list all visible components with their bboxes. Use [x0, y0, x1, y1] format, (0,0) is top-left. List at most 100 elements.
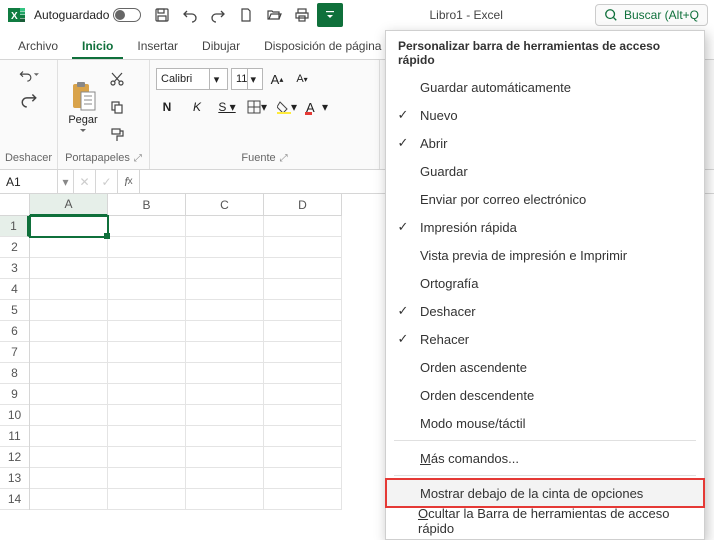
format-painter-button[interactable] [106, 124, 128, 146]
column-header[interactable]: D [264, 194, 342, 216]
cell[interactable] [186, 426, 264, 447]
cell[interactable] [30, 216, 108, 237]
cell[interactable] [264, 237, 342, 258]
menu-item[interactable]: Guardar [386, 157, 704, 185]
cell[interactable] [186, 342, 264, 363]
cell[interactable] [264, 279, 342, 300]
cell[interactable] [30, 342, 108, 363]
menu-item[interactable]: Guardar automáticamente [386, 73, 704, 101]
cell[interactable] [30, 489, 108, 510]
menu-more-commands[interactable]: Más comandos... [386, 444, 704, 472]
row-header[interactable]: 8 [0, 363, 29, 384]
row-header[interactable]: 9 [0, 384, 29, 405]
cell[interactable] [30, 384, 108, 405]
cell[interactable] [108, 426, 186, 447]
cell[interactable] [108, 342, 186, 363]
redo-button[interactable] [205, 3, 231, 27]
font-color-button[interactable]: A▾ [306, 96, 328, 118]
cell[interactable] [264, 489, 342, 510]
row-header[interactable]: 11 [0, 426, 29, 447]
undo-button-ribbon[interactable] [18, 64, 40, 86]
menu-item[interactable]: ✓Impresión rápida [386, 213, 704, 241]
menu-item[interactable]: Orden ascendente [386, 353, 704, 381]
cell[interactable] [264, 363, 342, 384]
search-box[interactable]: Buscar (Alt+Q [595, 4, 708, 26]
new-button[interactable] [233, 3, 259, 27]
cell[interactable] [30, 468, 108, 489]
shrink-font-button[interactable]: A▾ [291, 68, 313, 90]
cell[interactable] [264, 216, 342, 237]
font-name-combo[interactable]: Calibri▾ [156, 68, 228, 90]
insert-function-button[interactable]: fx [118, 170, 140, 193]
row-header[interactable]: 7 [0, 342, 29, 363]
cell[interactable] [264, 342, 342, 363]
row-header[interactable]: 14 [0, 489, 29, 510]
row-header[interactable]: 13 [0, 468, 29, 489]
dialog-launcher-icon[interactable]: ⤢ [134, 153, 142, 164]
cell[interactable] [186, 384, 264, 405]
underline-button[interactable]: S ▾ [216, 96, 238, 118]
menu-item[interactable]: ✓Abrir [386, 129, 704, 157]
cell[interactable] [186, 300, 264, 321]
cell[interactable] [186, 468, 264, 489]
cell[interactable] [108, 237, 186, 258]
row-header[interactable]: 6 [0, 321, 29, 342]
cell[interactable] [30, 300, 108, 321]
cell[interactable] [186, 363, 264, 384]
cell[interactable] [30, 426, 108, 447]
cell[interactable] [186, 405, 264, 426]
cell[interactable] [108, 405, 186, 426]
menu-item[interactable]: ✓Nuevo [386, 101, 704, 129]
cell[interactable] [108, 489, 186, 510]
cell[interactable] [30, 321, 108, 342]
cell[interactable] [30, 447, 108, 468]
grow-font-button[interactable]: A▴ [266, 68, 288, 90]
customize-qat-dropdown[interactable] [317, 3, 343, 27]
cell[interactable] [108, 258, 186, 279]
column-header[interactable]: B [108, 194, 186, 216]
quick-print-button[interactable] [289, 3, 315, 27]
cell[interactable] [186, 321, 264, 342]
menu-item[interactable]: Vista previa de impresión e Imprimir [386, 241, 704, 269]
name-box[interactable]: A1 [0, 170, 58, 193]
cell[interactable] [108, 216, 186, 237]
menu-item[interactable]: Modo mouse/táctil [386, 409, 704, 437]
cell[interactable] [264, 405, 342, 426]
row-header[interactable]: 4 [0, 279, 29, 300]
menu-item[interactable]: ✓Rehacer [386, 325, 704, 353]
cell[interactable] [30, 258, 108, 279]
tab-inicio[interactable]: Inicio [72, 33, 123, 59]
cell[interactable] [108, 321, 186, 342]
cell[interactable] [30, 363, 108, 384]
paste-button[interactable]: Pegar [64, 80, 102, 134]
tab-archivo[interactable]: Archivo [8, 33, 68, 59]
cell[interactable] [264, 321, 342, 342]
row-header[interactable]: 2 [0, 237, 29, 258]
font-size-combo[interactable]: 11▾ [231, 68, 263, 90]
autosave-toggle[interactable]: Autoguardado [34, 8, 141, 22]
cell[interactable] [30, 237, 108, 258]
select-all-button[interactable] [0, 194, 30, 216]
cell[interactable] [264, 258, 342, 279]
column-header[interactable]: A [30, 194, 108, 216]
row-header[interactable]: 1 [0, 216, 29, 237]
row-header[interactable]: 10 [0, 405, 29, 426]
row-header[interactable]: 12 [0, 447, 29, 468]
menu-item[interactable]: Orden descendente [386, 381, 704, 409]
row-header[interactable]: 3 [0, 258, 29, 279]
tab-insertar[interactable]: Insertar [127, 33, 188, 59]
cell[interactable] [108, 279, 186, 300]
cell[interactable] [186, 258, 264, 279]
enter-formula-button[interactable]: ✓ [96, 170, 118, 193]
bold-button[interactable]: N [156, 96, 178, 118]
cell[interactable] [108, 384, 186, 405]
tab-dibujar[interactable]: Dibujar [192, 33, 250, 59]
dialog-launcher-icon[interactable]: ⤢ [280, 153, 288, 164]
copy-button[interactable] [106, 96, 128, 118]
row-header[interactable]: 5 [0, 300, 29, 321]
cell[interactable] [264, 468, 342, 489]
tab-disposición de página[interactable]: Disposición de página [254, 33, 391, 59]
save-button[interactable] [149, 3, 175, 27]
cancel-formula-button[interactable]: ✕ [74, 170, 96, 193]
cell[interactable] [108, 300, 186, 321]
